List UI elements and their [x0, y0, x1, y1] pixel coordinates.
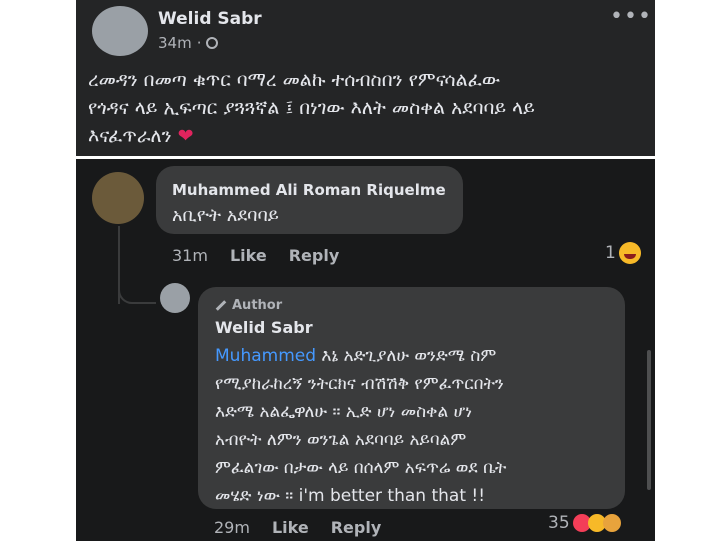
reaction-count: 1 — [605, 243, 616, 263]
heart-emoji-icon: ❤ — [177, 125, 194, 147]
comment-actions: 31m Like Reply — [172, 246, 339, 265]
commenter-avatar[interactable] — [92, 172, 144, 224]
mention-link[interactable]: Muhammed — [215, 346, 316, 366]
like-button[interactable]: Like — [272, 518, 309, 537]
reply-time[interactable]: 29m — [214, 518, 250, 537]
reply-text: Muhammed እኔ አድጊያለሁ ወንድሜ ስም የሚያከራከረኝ ንትርክ… — [215, 342, 615, 510]
pencil-icon — [215, 300, 227, 311]
comment-time[interactable]: 31m — [172, 246, 208, 265]
author-badge-label: Author — [232, 298, 283, 313]
post-text: ረመዳን በመጣ ቁጥር ባማረ መልኩ ተሰብስበን የምናሳልፈው የጎዳና… — [88, 66, 648, 150]
commenter-name[interactable]: Muhammed Ali Roman Riquelme — [172, 181, 446, 199]
wow-reaction-icon — [602, 514, 621, 532]
reply-text-line: የሚያከራከረኝ ንትርክና ብሽሽቅ የምፈጥርበትን — [215, 374, 504, 394]
reply-button[interactable]: Reply — [289, 246, 340, 265]
reply-reactions[interactable]: 35 — [548, 513, 621, 533]
post-text-line: የጎዳና ላይ ኢፍጣር ያጓጓኛል ፤ በነገው እለት መስቀል አደባባይ… — [88, 97, 535, 119]
more-options-button[interactable]: ••• — [610, 4, 652, 29]
comment-text: አቢዮት አደባባይ — [172, 205, 279, 226]
reply-text-line: እድሜ አልፌዋለሁ ። ኢድ ሆነ መስቀል ሆነ — [215, 402, 472, 422]
author-badge: Author — [215, 298, 282, 313]
reply-text-line: አብዮት ለምን ወንጌል አደባባይ አይባልም — [215, 430, 467, 450]
post-meta: 34m · — [158, 34, 219, 52]
post-author-avatar[interactable] — [92, 6, 148, 56]
reply-author-name[interactable]: Welid Sabr — [215, 318, 313, 337]
post-text-line: እናፈጥራለን — [88, 125, 172, 147]
reply-text-line: ምፈልገው በታው ላይ በሰላም አፍጥሬ ወደ ቤት — [215, 458, 507, 478]
reply-text-line: መሄድ ነው ። i'm better than that !! — [215, 486, 486, 506]
public-globe-icon — [206, 37, 219, 49]
like-button[interactable]: Like — [230, 246, 267, 265]
reply-author-avatar[interactable] — [160, 283, 190, 313]
reply-actions: 29m Like Reply — [214, 518, 381, 537]
reply-button[interactable]: Reply — [331, 518, 382, 537]
reaction-count: 35 — [548, 513, 570, 533]
post-text-line: ረመዳን በመጣ ቁጥር ባማረ መልኩ ተሰብስበን የምናሳልፈው — [88, 69, 501, 91]
post-author-name[interactable]: Welid Sabr — [158, 9, 262, 29]
reply-text-line: እኔ አድጊያለሁ ወንድሜ ስም — [316, 346, 497, 366]
thread-connector — [118, 270, 156, 304]
comment-reactions[interactable]: 1 — [605, 242, 641, 264]
grinning-emoji-icon — [618, 242, 641, 264]
scrollbar[interactable] — [647, 350, 651, 490]
post-time[interactable]: 34m — [158, 34, 192, 52]
